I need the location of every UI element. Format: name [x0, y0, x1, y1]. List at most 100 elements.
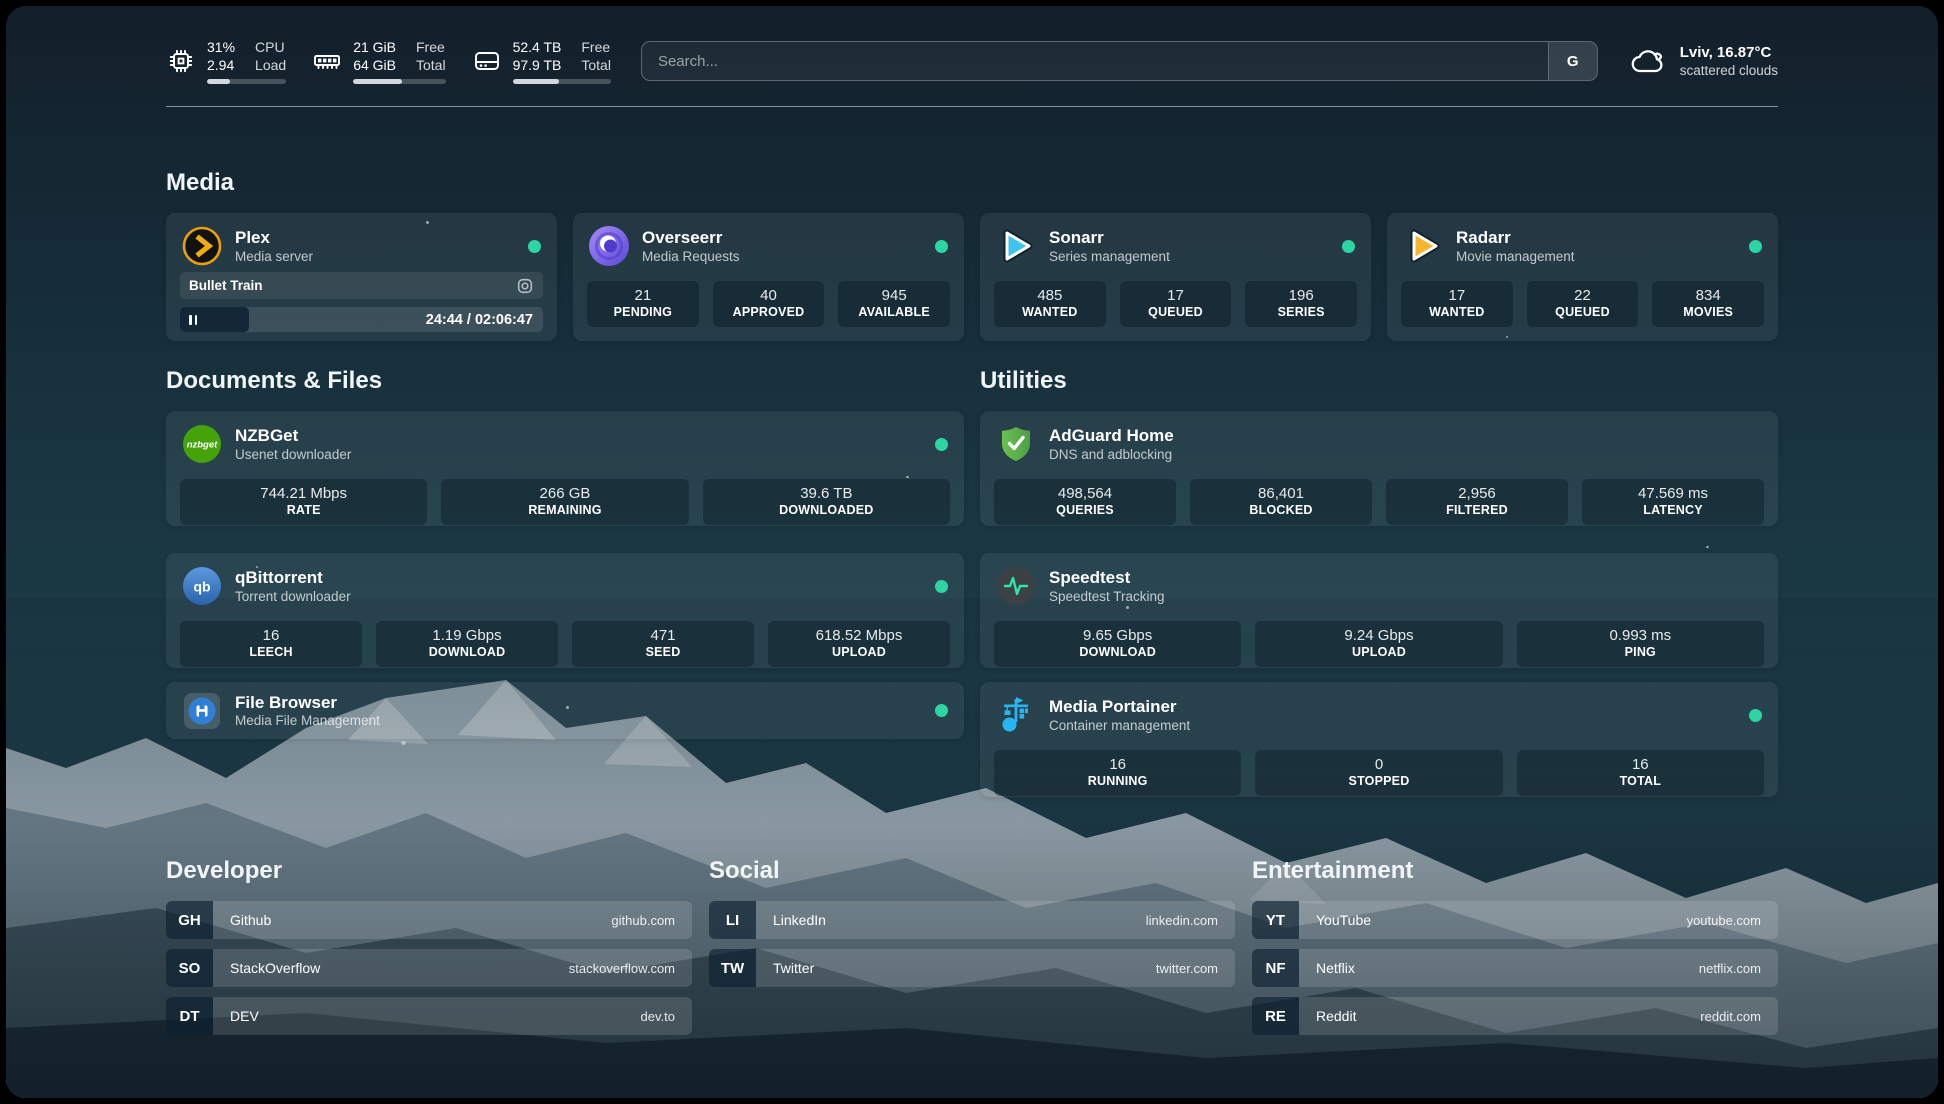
- bookmark-name: YouTube: [1316, 912, 1371, 928]
- plex-icon: [182, 226, 222, 266]
- search-provider-button[interactable]: G: [1548, 42, 1597, 80]
- bookmark-url: linkedin.com: [1146, 913, 1218, 928]
- bookmark-url: reddit.com: [1700, 1009, 1761, 1024]
- stat-box: 498,564 QUERIES: [994, 479, 1176, 525]
- adguard-icon: [996, 424, 1036, 464]
- qbittorrent-status-dot: [935, 580, 948, 593]
- speedtest-card[interactable]: Speedtest Speedtest Tracking 9.65 Gbps D…: [980, 553, 1778, 668]
- disk-free-value: 52.4 TB: [513, 38, 562, 56]
- stat-box: 471 SEED: [572, 621, 754, 667]
- cpu-usage-label: CPU: [255, 38, 286, 56]
- bookmark-name: LinkedIn: [773, 912, 826, 928]
- sonarr-card[interactable]: Sonarr Series management 485 WANTED 17 Q…: [980, 213, 1371, 341]
- bookmark-abbr: SO: [166, 949, 213, 987]
- bookmark-abbr: GH: [166, 901, 213, 939]
- stat-box: 17 WANTED: [1401, 281, 1513, 327]
- topbar-divider: [166, 106, 1778, 107]
- disk-icon: [472, 46, 502, 76]
- bookmark-name: Reddit: [1316, 1008, 1356, 1024]
- disk-total-label: Total: [581, 56, 611, 74]
- adguard-name: AdGuard Home: [1049, 425, 1174, 446]
- portainer-card[interactable]: Media Portainer Container management 16 …: [980, 682, 1778, 797]
- disk-total-value: 97.9 TB: [513, 56, 562, 74]
- bookmark-youtube[interactable]: YT YouTube youtube.com: [1252, 901, 1778, 939]
- bookmark-abbr: RE: [1252, 997, 1299, 1035]
- nzbget-name: NZBGet: [235, 425, 351, 446]
- bookmark-url: github.com: [611, 913, 675, 928]
- radarr-subtitle: Movie management: [1456, 249, 1575, 266]
- cpu-progress-track: [207, 79, 286, 84]
- stat-box: 9.65 Gbps DOWNLOAD: [994, 621, 1241, 667]
- sonarr-icon: [996, 226, 1036, 266]
- bookmark-reddit[interactable]: RE Reddit reddit.com: [1252, 997, 1778, 1035]
- section-media: Media Plex Media server: [166, 169, 1778, 341]
- section-title-media: Media: [166, 169, 1778, 197]
- nzbget-status-dot: [935, 438, 948, 451]
- memory-free-label: Free: [416, 38, 446, 56]
- bookmark-dev[interactable]: DT DEV dev.to: [166, 997, 692, 1035]
- overseerr-card[interactable]: Overseerr Media Requests 21 PENDING 40 A…: [573, 213, 964, 341]
- qbittorrent-name: qBittorrent: [235, 567, 351, 588]
- cpu-usage-value: 31%: [207, 38, 235, 56]
- plex-name: Plex: [235, 227, 313, 248]
- stat-box: 1.19 Gbps DOWNLOAD: [376, 621, 558, 667]
- cpu-load-value: 2.94: [207, 56, 235, 74]
- stat-box: 16 LEECH: [180, 621, 362, 667]
- memory-progress-track: [353, 79, 445, 84]
- cpu-widget: 31% 2.94 CPU Load: [166, 38, 286, 84]
- bookmark-linkedin[interactable]: LI LinkedIn linkedin.com: [709, 901, 1235, 939]
- nzbget-card[interactable]: nzbget NZBGet Usenet downloader 744.21 M…: [166, 411, 964, 526]
- radarr-name: Radarr: [1456, 227, 1575, 248]
- disk-widget: 52.4 TB 97.9 TB Free Total: [472, 38, 611, 84]
- stat-box: 47.569 ms LATENCY: [1582, 479, 1764, 525]
- svg-text:qb: qb: [193, 579, 210, 595]
- section-title-documents: Documents & Files: [166, 367, 964, 395]
- bookmark-abbr: DT: [166, 997, 213, 1035]
- sonarr-status-dot: [1342, 240, 1355, 253]
- portainer-status-dot: [1749, 709, 1762, 722]
- stat-box: 22 QUEUED: [1527, 281, 1639, 327]
- plex-card[interactable]: Plex Media server Bullet Train: [166, 213, 557, 341]
- nzbget-icon: nzbget: [182, 424, 222, 464]
- filebrowser-card[interactable]: File Browser Media File Management: [166, 682, 964, 739]
- radarr-icon: [1403, 226, 1443, 266]
- memory-widget: 21 GiB 64 GiB Free Total: [312, 38, 445, 84]
- adguard-card[interactable]: AdGuard Home DNS and adblocking 498,564 …: [980, 411, 1778, 526]
- weather-condition: scattered clouds: [1680, 62, 1778, 80]
- stat-box: 196 SERIES: [1245, 281, 1357, 327]
- speedtest-subtitle: Speedtest Tracking: [1049, 589, 1165, 606]
- stat-box: 834 MOVIES: [1652, 281, 1764, 327]
- radarr-status-dot: [1749, 240, 1762, 253]
- media-view-icon[interactable]: [516, 277, 534, 295]
- overseerr-subtitle: Media Requests: [642, 249, 740, 266]
- bookmark-stackoverflow[interactable]: SO StackOverflow stackoverflow.com: [166, 949, 692, 987]
- stat-box: 618.52 Mbps UPLOAD: [768, 621, 950, 667]
- filebrowser-icon: [182, 691, 222, 731]
- bookmark-netflix[interactable]: NF Netflix netflix.com: [1252, 949, 1778, 987]
- plex-status-dot: [528, 240, 541, 253]
- bookmark-name: StackOverflow: [230, 960, 320, 976]
- section-developer: Developer GH Github github.com SO StackO…: [166, 857, 692, 1045]
- adguard-subtitle: DNS and adblocking: [1049, 447, 1174, 464]
- portainer-icon: [996, 695, 1036, 735]
- stat-box: 16 TOTAL: [1517, 750, 1764, 796]
- section-title-utilities: Utilities: [980, 367, 1778, 395]
- speedtest-name: Speedtest: [1049, 567, 1165, 588]
- section-title-social: Social: [709, 857, 1235, 885]
- section-title-developer: Developer: [166, 857, 692, 885]
- bookmark-github[interactable]: GH Github github.com: [166, 901, 692, 939]
- disk-free-label: Free: [581, 38, 611, 56]
- bookmark-twitter[interactable]: TW Twitter twitter.com: [709, 949, 1235, 987]
- bookmark-abbr: LI: [709, 901, 756, 939]
- search-bar[interactable]: G: [641, 41, 1598, 81]
- qbittorrent-icon: qb: [182, 566, 222, 606]
- cpu-load-label: Load: [255, 56, 286, 74]
- qbittorrent-card[interactable]: qb qBittorrent Torrent downloader 16 LEE…: [166, 553, 964, 668]
- weather-widget: Lviv, 16.87°C scattered clouds: [1628, 43, 1778, 80]
- sonarr-name: Sonarr: [1049, 227, 1170, 248]
- bookmark-abbr: YT: [1252, 901, 1299, 939]
- stat-box: 0 STOPPED: [1255, 750, 1502, 796]
- filebrowser-status-dot: [935, 704, 948, 717]
- search-input[interactable]: [642, 42, 1548, 80]
- radarr-card[interactable]: Radarr Movie management 17 WANTED 22 QUE…: [1387, 213, 1778, 341]
